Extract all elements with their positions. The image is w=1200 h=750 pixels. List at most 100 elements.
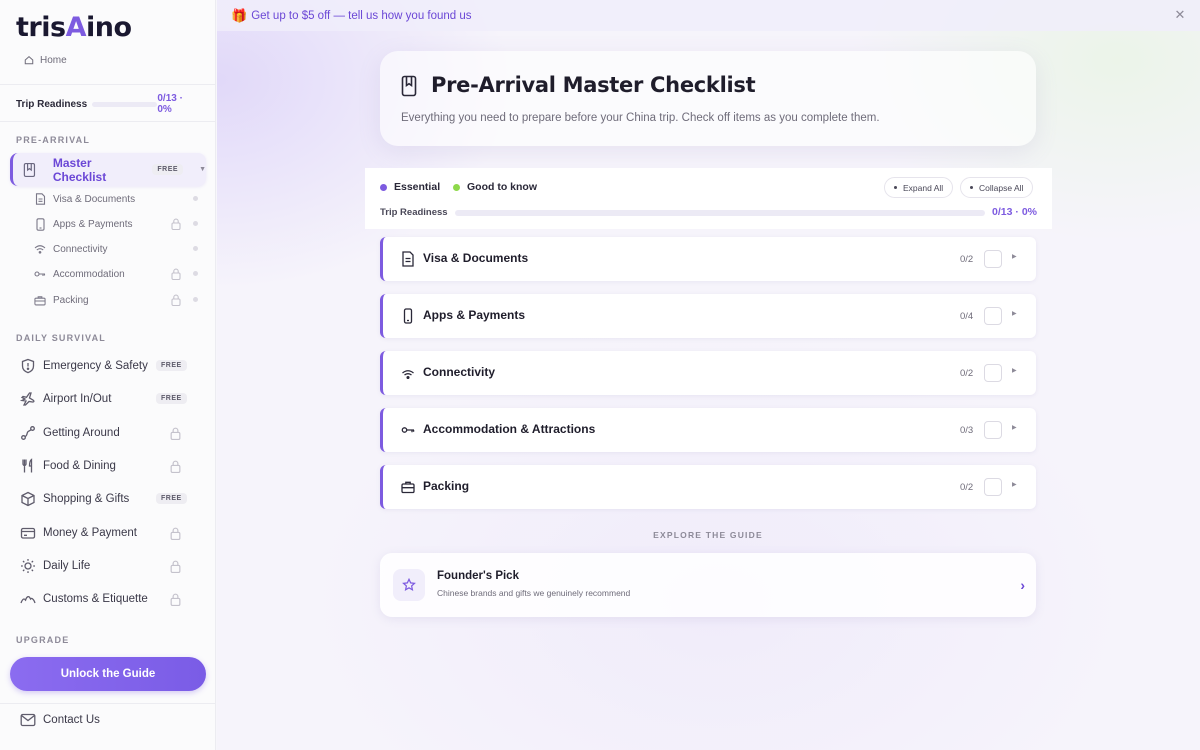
category-visa-documents[interactable]: Visa & Documents 0/2 ▶: [380, 237, 1036, 281]
home-link[interactable]: Home: [24, 53, 67, 67]
fork-knife-icon: [22, 458, 33, 473]
nav-label: Airport In/Out: [43, 393, 112, 405]
category-name: Accommodation & Attractions: [423, 422, 596, 436]
logo-text-prefix: tris: [16, 12, 66, 43]
category-checkbox[interactable]: [984, 307, 1002, 325]
subitem-label: Apps & Payments: [53, 218, 133, 230]
briefcase-icon: [401, 481, 415, 494]
chevron-right-icon[interactable]: ▶: [1012, 367, 1017, 374]
category-name: Packing: [423, 479, 470, 493]
sidebar-item-daily-life[interactable]: Daily Life: [20, 555, 206, 577]
category-apps-payments[interactable]: Apps & Payments 0/4 ▶: [380, 294, 1036, 338]
shield-icon: [21, 358, 35, 374]
nav-label: Shopping & Gifts: [43, 493, 130, 505]
explore-section-label: EXPLORE THE GUIDE: [653, 530, 763, 540]
star-icon: [393, 569, 425, 601]
sidebar-item-getting-around[interactable]: Getting Around: [20, 422, 206, 444]
bookmark-icon: [23, 162, 36, 177]
status-dot: [193, 196, 198, 201]
document-icon: [402, 251, 414, 267]
lock-icon: [171, 268, 181, 280]
collapse-all-button[interactable]: Collapse All: [960, 177, 1034, 198]
page-subtitle: Everything you need to prepare before yo…: [401, 112, 880, 124]
collapse-all-label: Collapse All: [979, 182, 1024, 193]
lock-icon: [170, 560, 181, 573]
sidebar-item-customs-etiquette[interactable]: Customs & Etiquette: [20, 588, 206, 610]
status-dot: [193, 246, 198, 251]
lock-icon: [171, 218, 181, 230]
legend-dot: [453, 183, 460, 191]
category-packing[interactable]: Packing 0/2 ▶: [380, 465, 1036, 509]
checklist-toolbar: Essential Good to know Expand All Collap…: [365, 168, 1052, 229]
category-connectivity[interactable]: Connectivity 0/2 ▶: [380, 351, 1036, 395]
sidebar-subitem-apps-payments[interactable]: Apps & Payments: [34, 215, 204, 233]
mountain-icon: [20, 596, 36, 604]
subitem-label: Accommodation: [53, 268, 125, 280]
sidebar-item-master-checklist[interactable]: Master Checklist FREE ▼: [10, 153, 206, 186]
category-checkbox[interactable]: [984, 421, 1002, 439]
sidebar-subitem-accommodation[interactable]: Accommodation: [34, 265, 204, 283]
sidebar-item-emergency-safety[interactable]: Emergency & Safety FREE: [20, 355, 206, 377]
sidebar-divider: [0, 84, 216, 85]
category-checkbox[interactable]: [984, 364, 1002, 382]
chevron-right-icon[interactable]: ▶: [1012, 481, 1017, 488]
founders-pick-card[interactable]: Founder's Pick Chinese brands and gifts …: [380, 553, 1036, 617]
sidebar-trip-readiness: Trip Readiness 0/13 · 0%: [16, 93, 200, 115]
status-dot: [193, 297, 198, 302]
category-checkbox[interactable]: [984, 478, 1002, 496]
lock-icon: [170, 460, 181, 473]
close-icon[interactable]: ✕: [1174, 8, 1186, 21]
mail-icon: [20, 713, 36, 727]
sidebar-subitem-packing[interactable]: Packing: [34, 291, 204, 309]
unlock-guide-button[interactable]: Unlock the Guide: [10, 657, 206, 691]
chevron-right-icon[interactable]: ▶: [1012, 424, 1017, 431]
key-icon: [34, 268, 46, 280]
sidebar-subitem-connectivity[interactable]: Connectivity: [34, 240, 204, 258]
chevron-right-icon[interactable]: ▶: [1012, 310, 1017, 317]
category-count: 0/2: [960, 482, 974, 493]
home-label: Home: [40, 54, 67, 66]
free-badge: FREE: [156, 360, 187, 371]
trip-readiness-label: Trip Readiness: [380, 207, 448, 218]
trip-readiness-value: 0/13 · 0%: [992, 206, 1037, 218]
nav-label: Money & Payment: [43, 527, 137, 539]
phone-icon: [34, 217, 46, 231]
plane-icon: [20, 392, 35, 406]
sidebar-item-money-payment[interactable]: Money & Payment: [20, 522, 206, 544]
category-checkbox[interactable]: [984, 250, 1002, 268]
sidebar-item-airport-in-out[interactable]: Airport In/Out FREE: [20, 388, 206, 410]
logo-text-accent: A: [65, 12, 87, 43]
category-count: 0/4: [960, 311, 974, 322]
subitem-label: Visa & Documents: [53, 193, 136, 205]
expand-all-label: Expand All: [903, 182, 944, 193]
sidebar-item-shopping-gifts[interactable]: Shopping & Gifts FREE: [20, 488, 206, 510]
category-name: Visa & Documents: [423, 251, 529, 265]
sun-icon: [21, 559, 35, 573]
chevron-right-icon[interactable]: ›: [1020, 577, 1025, 593]
free-badge: FREE: [156, 493, 187, 504]
chevron-down-icon[interactable]: ▼: [199, 166, 206, 173]
legend-dot: [380, 183, 387, 191]
status-dot: [193, 221, 198, 226]
readiness-label: Trip Readiness: [16, 98, 88, 110]
expand-all-button[interactable]: Expand All: [884, 177, 954, 198]
sidebar-subitem-visa-documents[interactable]: Visa & Documents: [34, 190, 204, 208]
box-icon: [21, 491, 35, 507]
credit-card-icon: [20, 527, 36, 539]
logo[interactable]: trisAino: [16, 12, 132, 43]
sidebar-divider: [0, 121, 216, 122]
key-icon: [401, 427, 415, 433]
category-count: 0/2: [960, 254, 974, 265]
promo-banner[interactable]: 🎁 Get up to $5 off — tell us how you fou…: [217, 0, 1200, 31]
lock-icon: [170, 593, 181, 606]
contact-label: Contact Us: [43, 714, 100, 726]
chevron-right-icon[interactable]: ▶: [1012, 253, 1017, 260]
dot-icon: [970, 186, 973, 189]
sidebar-divider: [0, 703, 216, 704]
readiness-value: 0/13 · 0%: [157, 93, 183, 115]
lock-icon: [171, 294, 181, 306]
contact-us-link[interactable]: Contact Us: [20, 711, 100, 729]
briefcase-icon: [34, 294, 46, 306]
sidebar-item-food-dining[interactable]: Food & Dining: [20, 455, 206, 477]
category-accommodation-attractions[interactable]: Accommodation & Attractions 0/3 ▶: [380, 408, 1036, 452]
